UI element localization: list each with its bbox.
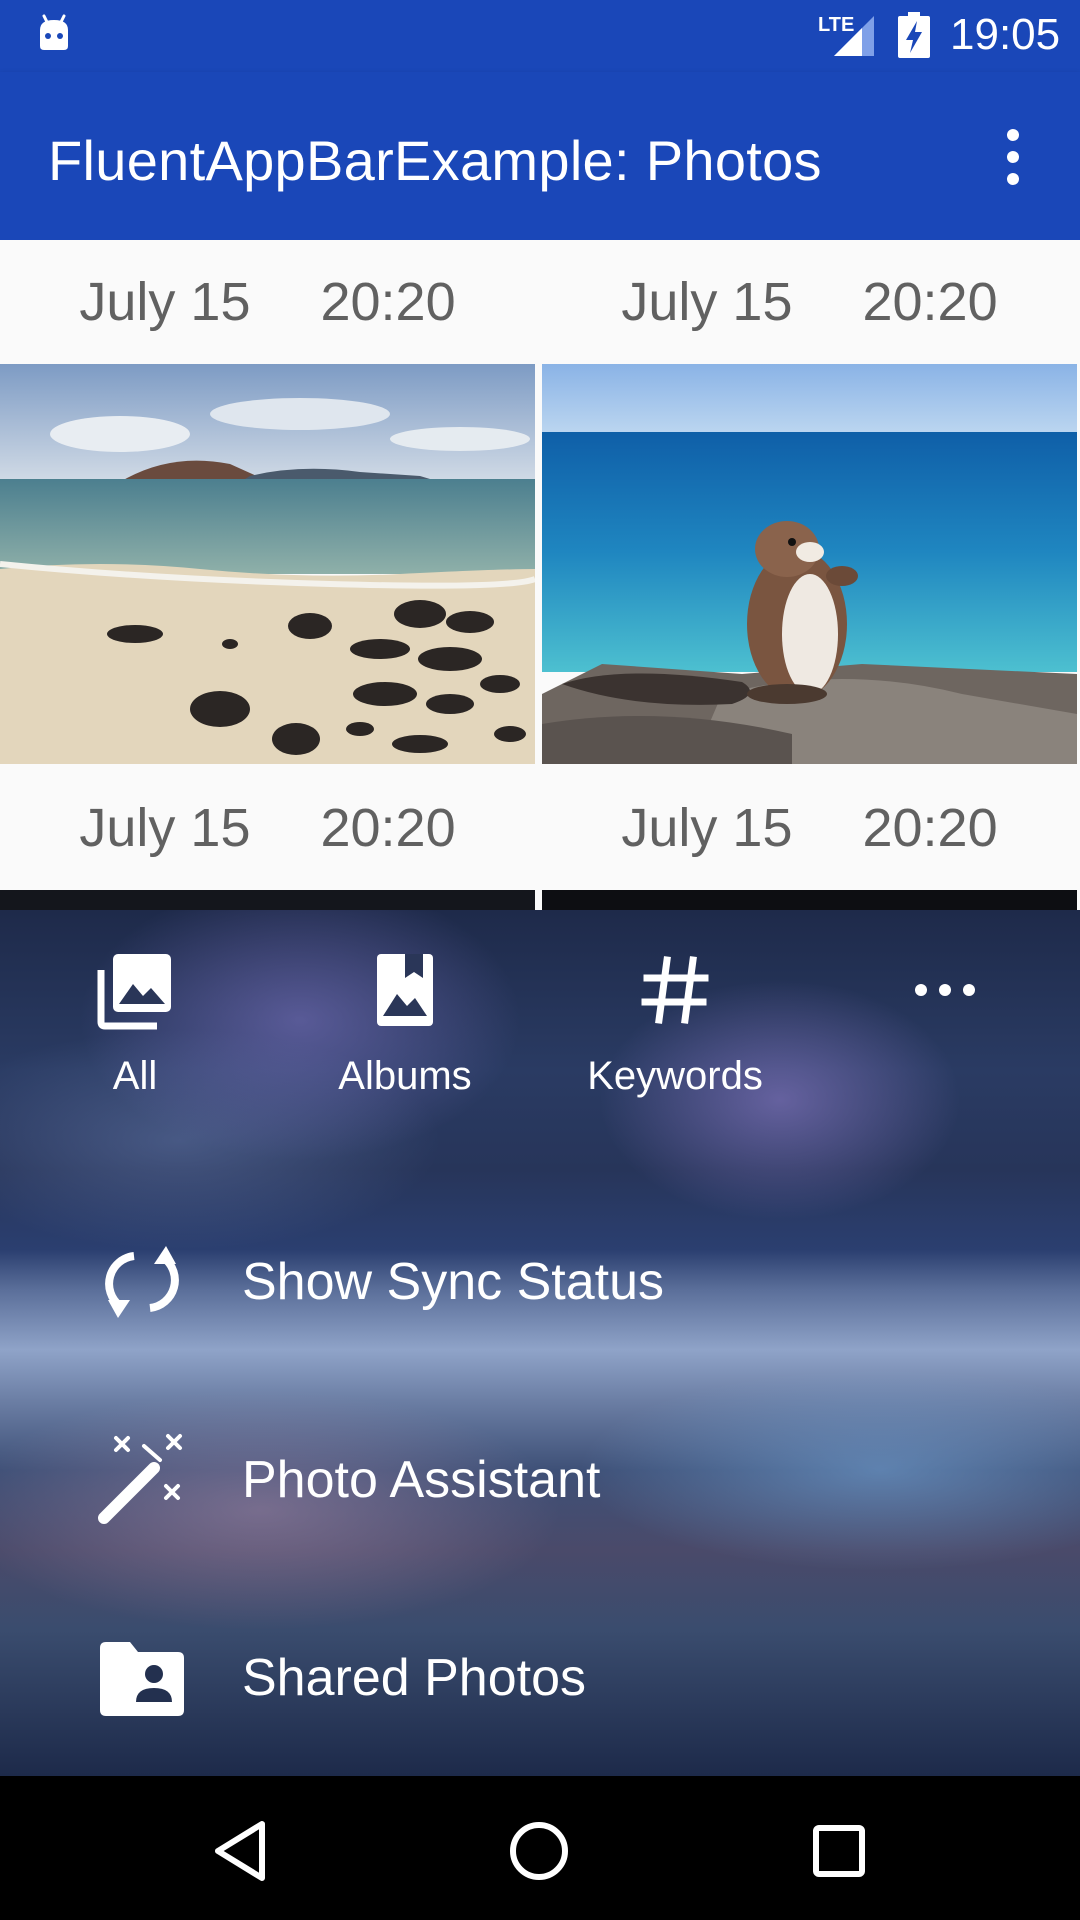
- tab-albums[interactable]: Albums: [270, 950, 540, 1150]
- android-debug-icon: [40, 14, 68, 50]
- photo-header: July 15 20:20: [0, 240, 535, 364]
- tab-label: All: [112, 1054, 158, 1098]
- photo-date: July 15: [79, 272, 251, 332]
- system-nav-bar: [0, 1776, 1080, 1920]
- lte-signal-icon: [834, 16, 874, 56]
- menu-item-label: Photo Assistant: [242, 1451, 601, 1509]
- status-bar: LTE 19:05: [0, 0, 1080, 72]
- photo-time: 20:20: [320, 798, 456, 858]
- photo-time: 20:20: [320, 272, 456, 332]
- bottom-sheet: All Albums Keywords Show Sync Status Pho…: [0, 910, 1080, 1776]
- bottom-sheet-tabs: All Albums Keywords: [0, 950, 1080, 1150]
- photo-library-icon: [97, 954, 171, 1030]
- page-title: FluentAppBarExample: Photos: [48, 129, 822, 192]
- photo-grid: July 15 20:20 July 15 20:20 July 15 20:2…: [0, 240, 1080, 910]
- battery-charging-icon: [898, 12, 930, 58]
- photo-thumbnail[interactable]: [0, 364, 535, 764]
- app-bar: FluentAppBarExample: Photos: [0, 72, 1080, 240]
- tab-label: Albums: [338, 1054, 472, 1098]
- menu-item-label: Show Sync Status: [242, 1253, 664, 1311]
- back-button[interactable]: [206, 1816, 276, 1886]
- photo-header: July 15 20:20: [542, 766, 1077, 890]
- magic-wand-icon: [98, 1434, 182, 1524]
- beach-image: [0, 364, 535, 764]
- clock: 19:05: [950, 10, 1061, 59]
- recents-icon: [813, 1825, 865, 1877]
- tab-more[interactable]: [810, 950, 1080, 1150]
- photo-date: July 15: [621, 798, 793, 858]
- photo-date: July 15: [621, 272, 793, 332]
- photo-time: 20:20: [862, 272, 998, 332]
- photo-header: July 15 20:20: [0, 766, 535, 890]
- menu-item-photo-assistant[interactable]: Photo Assistant: [0, 1400, 1080, 1560]
- tab-label: Keywords: [587, 1054, 763, 1098]
- photo-card[interactable]: July 15 20:20: [542, 240, 1077, 764]
- menu-item-shared-photos[interactable]: Shared Photos: [0, 1598, 1080, 1758]
- photo-card[interactable]: July 15 20:20: [542, 766, 1077, 910]
- photo-card[interactable]: July 15 20:20: [0, 240, 535, 764]
- hashtag-icon: [641, 956, 709, 1024]
- home-icon: [510, 1822, 568, 1880]
- photo-thumbnail[interactable]: [542, 364, 1077, 764]
- photo-time: 20:20: [862, 798, 998, 858]
- photo-date: July 15: [79, 798, 251, 858]
- photo-header: July 15 20:20: [542, 240, 1077, 364]
- more-horiz-icon: [915, 984, 975, 996]
- menu-item-label: Shared Photos: [242, 1649, 587, 1707]
- tab-keywords[interactable]: Keywords: [540, 950, 810, 1150]
- photo-thumbnail[interactable]: [542, 890, 1077, 910]
- menu-item-sync-status[interactable]: Show Sync Status: [0, 1202, 1080, 1362]
- overflow-menu-button[interactable]: [990, 126, 1036, 188]
- recents-button[interactable]: [804, 1816, 874, 1886]
- sync-icon: [105, 1246, 179, 1318]
- shared-folder-icon: [100, 1642, 184, 1716]
- more-vert-icon: [1007, 129, 1019, 185]
- back-icon: [215, 1821, 265, 1881]
- photo-album-icon: [377, 954, 433, 1026]
- photo-card[interactable]: July 15 20:20: [0, 766, 535, 910]
- squirrel-image: [542, 364, 1077, 764]
- photo-thumbnail[interactable]: [0, 890, 535, 910]
- home-button[interactable]: [504, 1816, 574, 1886]
- tab-all[interactable]: All: [0, 950, 270, 1150]
